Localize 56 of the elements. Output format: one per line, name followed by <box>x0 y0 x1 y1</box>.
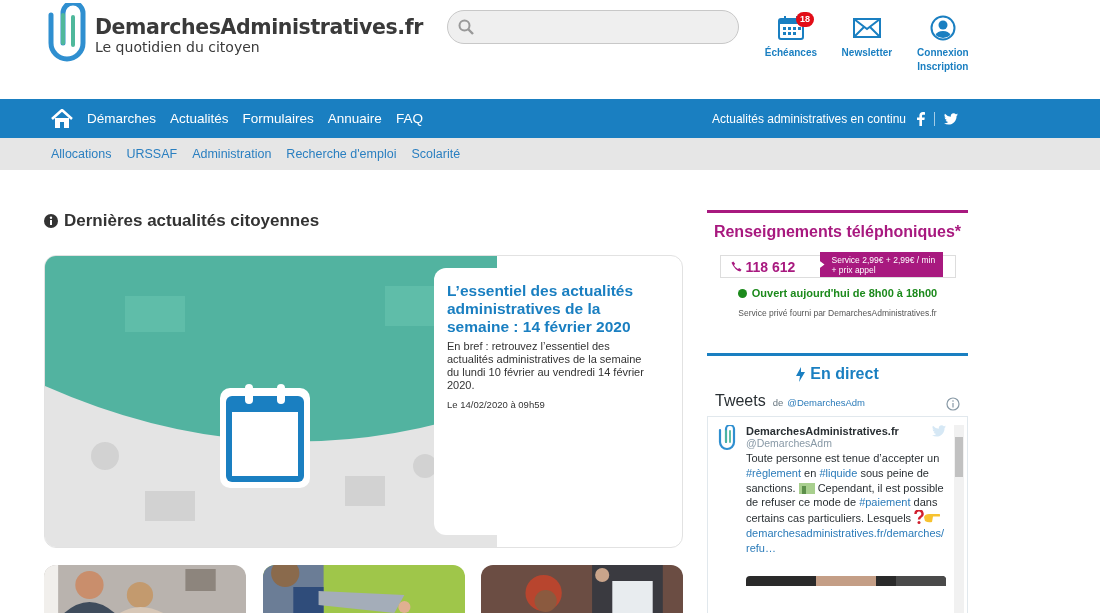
header-link[interactable]: Connexion Inscription <box>904 14 981 74</box>
sub-nav-link[interactable]: Allocations <box>51 147 112 161</box>
nav-link[interactable]: Formulaires <box>242 111 314 126</box>
question-mark-icon <box>914 510 925 525</box>
phone-number-box[interactable]: 118 612 Service 2,99€ + 2,99€ / min + prix appel <box>719 255 956 278</box>
banknote-icon <box>798 482 815 494</box>
sub-nav-link[interactable]: Recherche d'emploi <box>286 147 397 161</box>
home-icon[interactable] <box>51 108 73 129</box>
section-title: Dernières actualités citoyennes <box>64 211 320 231</box>
paperclip-avatar-icon[interactable] <box>718 425 736 451</box>
site-name[interactable]: DemarchesAdministratives.fr <box>95 15 423 39</box>
header-link[interactable]: Newsletter <box>828 14 905 74</box>
site-tagline: Le quotidien du citoyen <box>95 39 261 55</box>
hashtag-link[interactable]: #règlement <box>746 466 802 479</box>
featured-article-card[interactable] <box>44 255 683 548</box>
widget-byline: de <box>772 397 784 408</box>
search-icon <box>457 19 474 35</box>
header-link[interactable]: 18 Échéances <box>752 14 829 74</box>
nav-tagline: Actualités administratives en continu <box>711 111 906 126</box>
info-icon[interactable] <box>946 397 960 411</box>
live-section-title: En direct <box>810 365 879 383</box>
sub-nav-link[interactable]: Administration <box>192 147 272 161</box>
twitter-icon[interactable] <box>944 112 958 125</box>
facebook-icon[interactable] <box>917 111 925 126</box>
article-date: Le 14/02/2020 à 09h59 <box>447 399 546 410</box>
service-note: Service privé fourni par DemarchesAdministratives.fr <box>737 308 938 318</box>
user-icon <box>929 15 956 41</box>
widget-title: Tweets <box>715 392 766 410</box>
sub-nav-link[interactable]: URSSAF <box>126 147 178 161</box>
hashtag-link[interactable]: #paiement <box>859 496 911 509</box>
lightning-icon <box>796 366 806 382</box>
article-summary: En bref : retrouvez l’essentiel des actualités administratives de la semaine du lundi 10 février au vendredi 14 février 2020. <box>447 340 645 392</box>
price-tag: Service 2,99€ + 2,99€ / min + prix appel <box>819 252 944 277</box>
count-badge: 18 <box>795 12 814 27</box>
phone-icon <box>730 261 742 272</box>
tweet-handle: @DemarchesAdm <box>746 437 833 449</box>
article-title[interactable]: L’essentiel des actualités administratives de la semaine : 14 février 2020 <box>447 282 646 336</box>
bird-icon <box>932 425 946 437</box>
nav-link[interactable]: Démarches <box>87 111 157 126</box>
nav-link[interactable]: Annuaire <box>327 111 382 126</box>
pointing-hand-icon <box>924 512 941 525</box>
account-link[interactable]: @DemarchesAdm <box>787 397 865 408</box>
hashtag-link[interactable]: #liquide <box>819 466 858 479</box>
envelope-icon <box>852 18 881 38</box>
phone-number: 118 612 <box>745 258 797 275</box>
sub-nav-link[interactable]: Scolarité <box>411 147 461 161</box>
search-field[interactable] <box>446 10 739 44</box>
scrollbar[interactable] <box>954 425 964 613</box>
opening-hours: Ouvert aujourd'hui de 8h00 à 18h00 <box>751 287 938 299</box>
tweet-text: Toute personne est tenue d’accepter un #règlement en #liquide sous peine de sanctions. Cependant, il est possible de refuser ce mode de #paiement dans certains cas particuliers. Lesquels demarchesadministratives.fr/demarches/refu… <box>746 451 946 556</box>
phone-section-title: Renseignements téléphoniques* <box>712 223 963 241</box>
article-link[interactable]: demarchesadministratives.fr/demarches/refu… <box>746 526 946 556</box>
nav-link[interactable]: FAQ <box>395 111 423 126</box>
tweet-author[interactable]: DemarchesAdministratives.fr <box>746 425 899 437</box>
info-icon <box>44 214 58 228</box>
nav-link[interactable]: Actualités <box>170 111 229 126</box>
